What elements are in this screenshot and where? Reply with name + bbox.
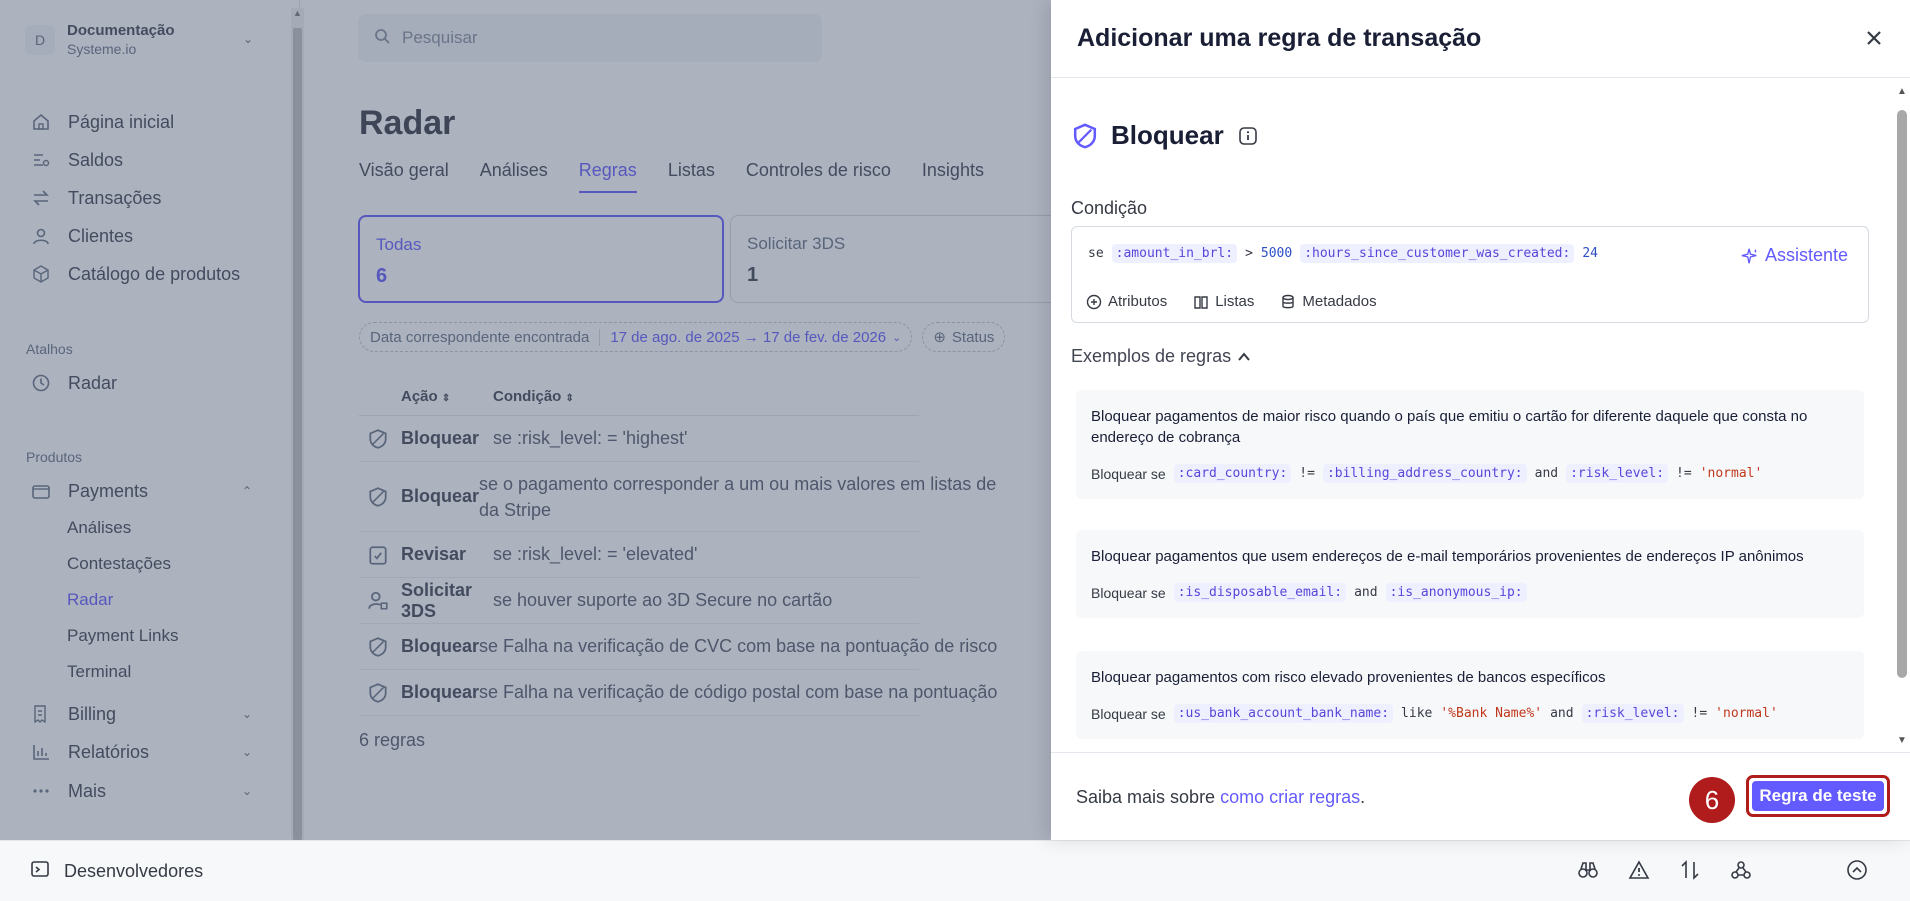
examples-title: Exemplos de regras: [1071, 346, 1232, 366]
chevron-up-circle-icon[interactable]: [1844, 857, 1870, 883]
attribute-token: :risk_level:: [1581, 704, 1684, 723]
developers-label: Desenvolvedores: [64, 861, 204, 881]
string-value: 'normal': [1715, 706, 1778, 721]
attribute-token: :risk_level:: [1566, 464, 1669, 483]
example-rule-card[interactable]: Bloquear pagamentos de maior risco quand…: [1076, 390, 1864, 499]
test-rule-label: Regra de teste: [1752, 781, 1884, 811]
example-description: Bloquear pagamentos que usem endereços d…: [1091, 548, 1804, 565]
drawer-header: Adicionar uma regra de transação: [1051, 0, 1910, 78]
learn-more-text: Saiba mais sobre como criar regras.: [1076, 787, 1365, 808]
binoculars-icon[interactable]: [1575, 857, 1601, 883]
sparkle-icon: [1741, 248, 1758, 263]
keyword-se: se: [1088, 246, 1104, 261]
lists-label: Listas: [1215, 293, 1255, 310]
attribute-token: :us_bank_account_bank_name:: [1173, 704, 1394, 723]
operator: like: [1401, 706, 1433, 721]
toolbar-spacer: [1779, 857, 1819, 883]
scrollbar-thumb[interactable]: [1897, 110, 1907, 678]
example-code: Bloquear se :card_country: != :billing_a…: [1091, 464, 1849, 483]
learn-more-dot: .: [1360, 787, 1366, 807]
bottom-bar: Desenvolvedores: [0, 840, 1910, 901]
example-rule-card[interactable]: Bloquear pagamentos que usem endereços d…: [1076, 530, 1864, 618]
attribute-token: :is_disposable_email:: [1173, 583, 1347, 602]
developers-button[interactable]: Desenvolvedores: [30, 859, 203, 884]
add-rule-drawer: Adicionar uma regra de transação Bloquea…: [1051, 0, 1910, 840]
warning-icon[interactable]: [1626, 857, 1652, 883]
metadata-button[interactable]: Metadados: [1280, 293, 1377, 310]
close-icon[interactable]: [1862, 26, 1886, 50]
attribute-token: :amount_in_brl:: [1111, 244, 1238, 263]
attributes-button[interactable]: Atributos: [1086, 293, 1167, 310]
test-rule-button[interactable]: Regra de teste: [1746, 775, 1890, 817]
operator: and: [1534, 466, 1559, 481]
book-icon: [1194, 295, 1208, 309]
chevron-up-icon: [1238, 351, 1250, 361]
assistant-button[interactable]: Assistente: [1741, 245, 1848, 266]
example-prefix: Bloquear se: [1091, 705, 1166, 722]
example-code: Bloquear se :us_bank_account_bank_name: …: [1091, 704, 1849, 723]
operator: and: [1354, 585, 1378, 600]
attribute-token: :billing_address_country:: [1322, 464, 1527, 483]
drawer-title: Adicionar uma regra de transação: [1077, 24, 1482, 52]
app: D Documentação Systeme.io ⌄ Página inici…: [0, 0, 1910, 901]
database-icon: [1282, 294, 1295, 308]
operator: !=: [1691, 706, 1708, 721]
terminal-icon: [30, 859, 50, 884]
plus-circle-icon: [1086, 294, 1102, 309]
example-code: Bloquear se :is_disposable_email: and :i…: [1091, 583, 1849, 602]
drawer-footer: Saiba mais sobre como criar regras. 6 Re…: [1051, 752, 1910, 840]
attribute-token: :hours_since_customer_was_created:: [1300, 244, 1575, 263]
condition-toolbar: Atributos Listas Metadados: [1086, 293, 1377, 310]
examples-toggle[interactable]: Exemplos de regras: [1071, 346, 1251, 367]
attributes-label: Atributos: [1108, 293, 1168, 310]
number-value: 24: [1582, 246, 1598, 261]
string-value: '%Bank Name%': [1440, 706, 1543, 721]
lists-button[interactable]: Listas: [1193, 293, 1254, 310]
number-value: 5000: [1260, 246, 1293, 261]
assistant-label: Assistente: [1764, 245, 1848, 265]
example-rule-card[interactable]: Bloquear pagamentos com risco elevado pr…: [1076, 651, 1864, 739]
drawer-body: Bloquear Condição se :amount_in_brl: > 5…: [1051, 78, 1910, 752]
condition-editor[interactable]: se :amount_in_brl: > 5000 :hours_since_c…: [1071, 226, 1869, 323]
condition-code[interactable]: se :amount_in_brl: > 5000 :hours_since_c…: [1088, 244, 1598, 263]
attribute-token: :is_anonymous_ip:: [1385, 583, 1527, 602]
example-description: Bloquear pagamentos com risco elevado pr…: [1091, 669, 1606, 686]
scroll-down-icon[interactable]: ▼: [1897, 735, 1907, 746]
attribute-token: :card_country:: [1173, 464, 1292, 483]
example-prefix: Bloquear se: [1091, 584, 1166, 601]
learn-more-link[interactable]: como criar regras: [1220, 787, 1360, 807]
metadata-label: Metadados: [1302, 293, 1377, 310]
shield-icon: [1073, 122, 1097, 148]
scroll-up-icon[interactable]: ▲: [1897, 86, 1907, 97]
example-prefix: Bloquear se: [1091, 465, 1166, 482]
condition-label: Condição: [1071, 198, 1148, 218]
drawer-scrollbar[interactable]: ▲ ▼: [1894, 86, 1910, 746]
operator: !=: [1299, 466, 1315, 481]
learn-more-prefix: Saiba mais sobre: [1076, 787, 1216, 807]
action-name: Bloquear: [1111, 120, 1224, 150]
action-heading: Bloquear: [1071, 120, 1258, 151]
step-badge: 6: [1689, 777, 1735, 823]
webhook-icon[interactable]: [1728, 857, 1754, 883]
operator: >: [1245, 246, 1253, 261]
info-icon[interactable]: [1238, 126, 1258, 146]
sort-arrows-icon[interactable]: [1677, 857, 1703, 883]
operator: and: [1550, 706, 1574, 721]
example-description: Bloquear pagamentos de maior risco quand…: [1091, 408, 1808, 446]
string-value: 'normal': [1699, 466, 1763, 481]
operator: !=: [1676, 466, 1692, 481]
bottom-toolbar: [1575, 857, 1870, 883]
